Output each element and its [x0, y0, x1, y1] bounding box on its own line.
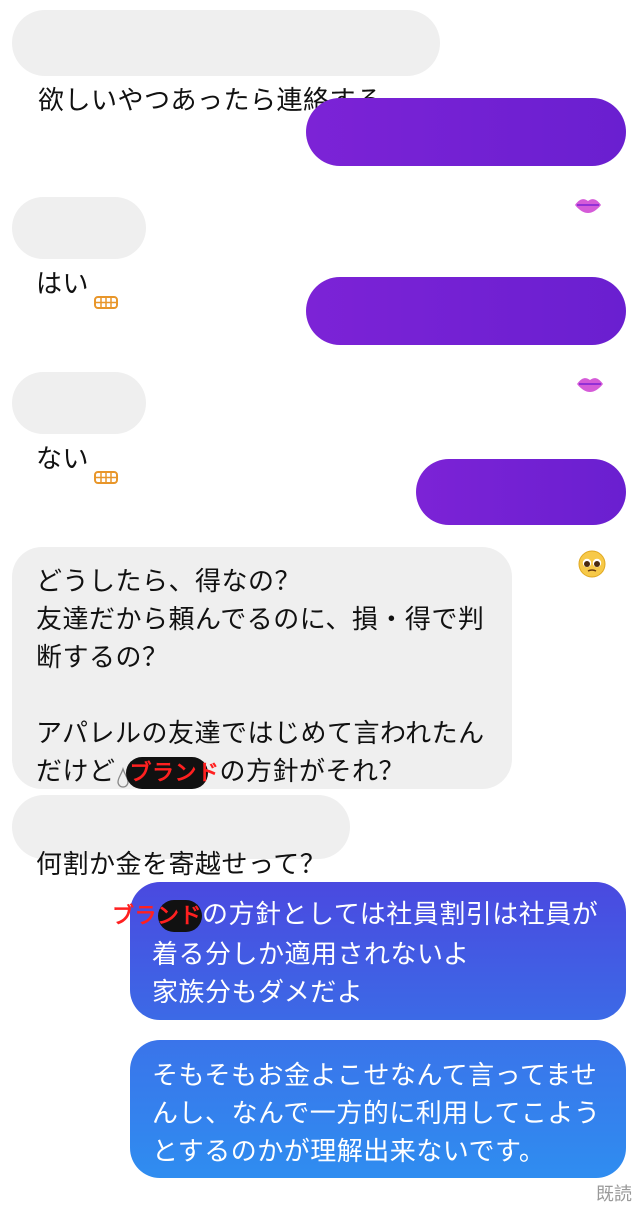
message-bubble-outgoing[interactable]: 私になんか得ある？ — [306, 277, 626, 392]
message-text-line: んし、なんで一方的に利用してこよう — [152, 1099, 601, 1129]
grimace-icon — [93, 247, 119, 323]
message-text: はい — [36, 269, 90, 300]
message-bubble-outgoing[interactable]: 代わりに買えって？ — [306, 98, 626, 213]
message-bubble-incoming[interactable]: どうしたら、得なの？ 友達だから頼んでるのに、損・得で判 断するの？ アパレルの… — [12, 547, 512, 789]
message-text-line: アパレルの友達ではじめて言われたん — [36, 719, 485, 749]
read-status: 既読 — [596, 1184, 632, 1205]
message-bubble-incoming[interactable]: はい — [12, 197, 146, 309]
message-text-line: そもそもお金よこせなんて言ってませ — [152, 1061, 598, 1091]
message-bubble-incoming[interactable]: 欲しいやつあったら連絡する — [12, 10, 440, 128]
kiss-lips-icon — [573, 151, 603, 227]
brand-redacted: ブランド — [112, 896, 202, 936]
brand-redacted: ブランド — [125, 753, 220, 793]
brand-label: ブランド — [129, 761, 220, 786]
message-bubble-outgoing[interactable]: そもそもお金よこせなんて言ってませ んし、なんで一方的に利用してこよう とするの… — [130, 1040, 626, 1178]
message-text: 何割か金を寄越せって？ — [36, 850, 327, 880]
message-text-line: ブランドの方針としては社員割引は社員が — [112, 896, 626, 936]
message-text-line: 友達だから頼んでるのに、損・得で判 — [36, 605, 485, 635]
message-text-fragment: の方針としては社員割引は社員が — [202, 900, 599, 930]
chat-thread: 欲しいやつあったら連絡する 代わりに買えって？ はい 私になんか得ある？ ない … — [0, 0, 642, 1205]
message-bubble-incoming[interactable]: 何割か金を寄越せって？ — [12, 795, 350, 880]
message-text-line: どうしたら、得なの？ — [36, 567, 302, 597]
brand-label: ブランド — [112, 904, 203, 929]
message-text: 私になんか得ある？ — [332, 352, 571, 383]
message-text-line: 着る分しか適用されないよ — [152, 940, 470, 970]
pleading-face-icon — [577, 511, 607, 590]
message-bubble-outgoing[interactable]: ブランドの方針としては社員割引は社員が 着る分しか適用されないよ 家族分もダメだ… — [112, 882, 626, 1020]
message-bubble-incoming[interactable]: ない — [12, 372, 146, 484]
message-bubble-outgoing[interactable]: じゃあやだ — [416, 459, 626, 578]
message-text-line: 家族分もダメだよ — [152, 978, 364, 1008]
message-text-line: とするのかが理解出来ないです。 — [152, 1137, 546, 1167]
message-text-fragment: の方針がそれ？ — [219, 757, 406, 787]
message-text: 代わりに買えって？ — [332, 173, 570, 204]
message-text-line: 断するの？ — [36, 643, 169, 673]
message-text-fragment: だけど — [36, 757, 116, 787]
grimace-icon — [93, 422, 119, 498]
kiss-lips-icon — [575, 330, 605, 406]
message-text-line: だけど ブランドの方針がそれ？ — [36, 753, 512, 793]
message-text: ない — [36, 444, 90, 475]
